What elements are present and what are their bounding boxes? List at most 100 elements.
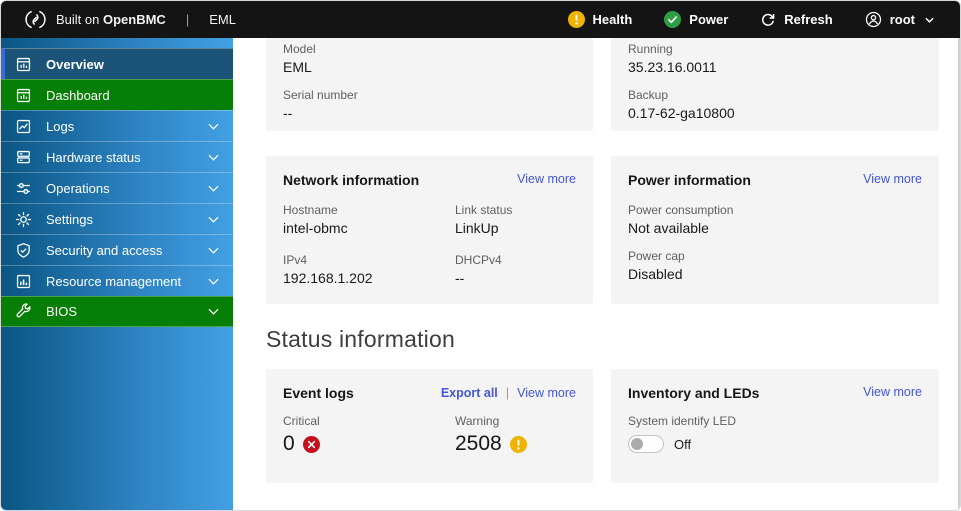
field-label: Serial number [283,88,358,102]
user-menu-button[interactable]: root [865,11,934,28]
field-label: Link status [455,203,513,217]
user-label: root [889,12,915,27]
field-label: DHCPv4 [455,253,502,267]
server-info-row: Model EML Serial number -- Running 35.23… [266,38,939,131]
network-info-card: Network information View more Hostname i… [266,156,593,304]
error-badge-icon [302,435,320,453]
hardware-icon [17,150,30,163]
sidebar-item-hardware-status[interactable]: Hardware status [1,141,233,172]
field-value: 192.168.1.202 [283,270,373,286]
view-more-link[interactable]: View more [863,385,922,399]
field-value: LinkUp [455,220,499,236]
sidebar: Overview Dashboard Logs Hardware status … [1,38,233,510]
user-icon [865,11,881,28]
view-more-link[interactable]: View more [863,172,922,186]
status-cards-row: Event logs Export all | View more Critic… [266,369,939,483]
sidebar-item-bios[interactable]: BIOS [1,296,233,327]
identify-led-row: Off [628,435,922,453]
view-more-link[interactable]: View more [517,172,576,186]
sidebar-item-dashboard[interactable]: Dashboard [1,79,233,110]
brand: Built on OpenBMC [25,9,166,30]
card-title: Power information [628,172,751,188]
field-value: -- [283,105,293,121]
warning-count: 2508 [455,432,502,455]
sidebar-item-operations[interactable]: Operations [1,172,233,203]
top-bar: Built on OpenBMC | EML Health Power Refr… [1,1,960,38]
network-fields: Hostname intel-obmc Link status LinkUp I… [283,203,576,287]
field-value: -- [455,270,465,286]
sidebar-item-overview[interactable]: Overview [1,48,233,79]
chevron-down-icon [208,278,219,285]
field-backup-version: Backup 0.17-62-ga10800 [628,88,922,122]
server-info-card: Model EML Serial number -- [266,38,593,131]
firmware-card: Running 35.23.16.0011 Backup 0.17-62-ga1… [611,38,939,131]
refresh-label: Refresh [784,12,833,27]
info-cards-row: Network information View more Hostname i… [266,156,939,304]
refresh-icon [762,13,775,26]
refresh-button[interactable]: Refresh [760,12,833,28]
chevron-down-icon [208,154,219,161]
sidebar-item-settings[interactable]: Settings [1,203,233,234]
field-value: 35.23.16.0011 [628,59,717,75]
field-power-cap: Power cap Disabled [628,249,922,283]
sidebar-item-resource-management[interactable]: Resource management [1,265,233,296]
sidebar-item-label: Dashboard [46,87,110,103]
critical-count-block: Critical 0 [283,414,455,456]
field-label: Hostname [283,203,338,217]
chevron-down-icon [208,308,219,315]
scrollbar[interactable] [958,38,960,510]
power-fields: Power consumption Not available Power ca… [628,203,922,283]
field-value: Not available [628,220,709,236]
field-value: EML [283,59,312,75]
critical-count: 0 [283,432,295,455]
link-separator: | [505,385,510,400]
warning-label: Warning [455,414,500,428]
chevron-down-icon [208,185,219,192]
field-label: IPv4 [283,253,308,267]
field-label: Running [628,42,673,56]
field-ipv4: IPv4 192.168.1.202 [283,253,455,287]
sidebar-item-label: Hardware status [46,149,141,165]
health-button[interactable]: Health [567,11,633,28]
logs-icon [16,119,31,133]
identify-led-toggle[interactable] [628,435,664,453]
event-logs-card: Event logs Export all | View more Critic… [266,369,593,483]
sidebar-item-security-and-access[interactable]: Security and access [1,234,233,265]
header-separator: | [185,12,190,27]
export-all-link[interactable]: Export all [441,386,498,400]
field-serial-number: Serial number -- [283,88,576,122]
field-value: intel-obmc [283,220,348,236]
field-power-consumption: Power consumption Not available [628,203,922,237]
sidebar-item-label: Overview [46,56,104,72]
event-logs-links: Export all | View more [441,385,576,400]
chevron-down-icon [925,17,934,23]
field-link-status: Link status LinkUp [455,203,576,237]
success-check-icon [664,11,682,28]
warning-count-block: Warning 2508 [455,414,576,456]
toggle-knob [631,438,643,450]
power-button[interactable]: Power [664,11,728,28]
warning-badge-icon [509,435,527,453]
status-section-title: Status information [266,326,455,352]
brand-name: OpenBMC [102,12,166,27]
field-value: 0.17-62-ga10800 [628,105,735,121]
sidebar-item-label: Resource management [46,273,182,289]
chevron-down-icon [208,123,219,130]
main-content: Model EML Serial number -- Running 35.23… [233,38,960,510]
health-label: Health [592,12,633,27]
field-hostname: Hostname intel-obmc [283,203,455,237]
dashboard-icon [16,88,31,102]
sidebar-item-label: BIOS [46,304,78,319]
sidebar-item-logs[interactable]: Logs [1,110,233,141]
bar-chart-icon [16,274,31,288]
power-label: Power [689,12,729,27]
identify-led-state: Off [674,436,692,452]
sidebar-item-label: Security and access [46,242,163,258]
field-label: Power cap [628,249,685,263]
brand-text: Built on OpenBMC [56,12,166,27]
shield-icon [17,242,30,258]
field-label: Backup [628,88,669,102]
openbmc-app: Built on OpenBMC | EML Health Power Refr… [0,0,961,511]
view-more-link[interactable]: View more [517,386,576,400]
warning-icon [567,11,585,28]
